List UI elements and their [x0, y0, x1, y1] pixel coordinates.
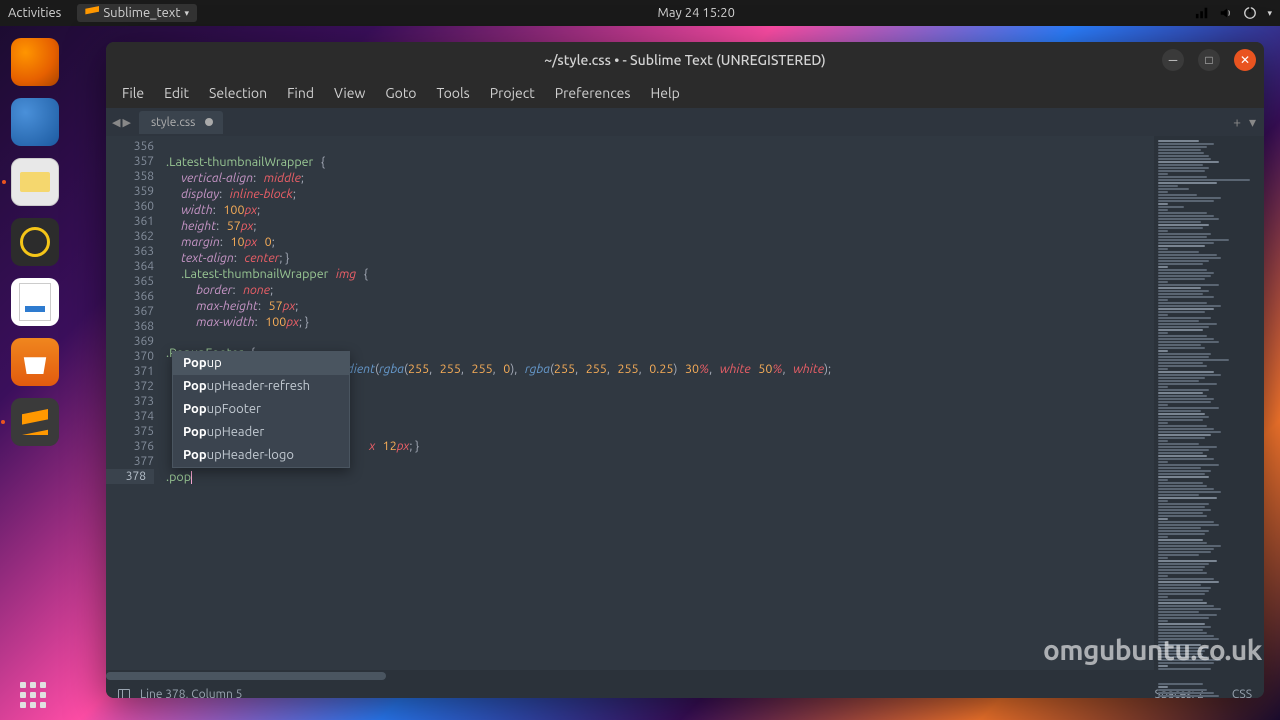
dock-firefox[interactable] [11, 38, 59, 86]
panel-switcher-icon[interactable] [118, 689, 130, 698]
text-cursor [191, 471, 192, 484]
power-icon[interactable] [1243, 6, 1257, 20]
clock[interactable]: May 24 15:20 [197, 6, 1195, 20]
show-applications-button[interactable] [20, 682, 46, 708]
activities-button[interactable]: Activities [8, 6, 61, 20]
menu-selection[interactable]: Selection [201, 81, 275, 105]
dock-sublime[interactable] [11, 398, 59, 446]
autocomplete-item[interactable]: PopupHeader-logo [173, 444, 349, 467]
autocomplete-item[interactable]: Popup [173, 352, 349, 375]
scrollbar-thumb[interactable] [106, 672, 386, 680]
autocomplete-item[interactable]: PopupFooter [173, 398, 349, 421]
menubar: File Edit Selection Find View Goto Tools… [106, 78, 1264, 108]
gnome-top-bar: Activities Sublime_text ▾ May 24 15:20 ▾ [0, 0, 1280, 26]
menu-help[interactable]: Help [642, 81, 687, 105]
minimize-button[interactable]: ─ [1162, 49, 1184, 71]
tab-menu-chevron-icon[interactable]: ▾ [1249, 114, 1256, 131]
tab-style-css[interactable]: style.css [139, 111, 223, 134]
network-icon[interactable] [1195, 6, 1209, 20]
autocomplete-popup[interactable]: PopupPopupHeader-refreshPopupFooterPopup… [172, 351, 350, 468]
tab-bar: ◀ ▶ style.css + ▾ [106, 108, 1264, 136]
chevron-down-icon: ▾ [184, 8, 189, 19]
tab-label: style.css [151, 116, 195, 129]
status-position[interactable]: Line 378, Column 5 [140, 688, 242, 699]
app-menu-label: Sublime_text [103, 6, 180, 20]
editor-area[interactable]: 3563573583593603613623633643653663673683… [106, 136, 1264, 670]
volume-icon[interactable] [1219, 6, 1233, 20]
sublime-small-icon [85, 6, 99, 20]
code-content[interactable]: .Latest-thumbnailWrapper { vertical-alig… [162, 136, 1154, 670]
menu-edit[interactable]: Edit [156, 81, 197, 105]
status-bar: Line 378, Column 5 Spaces: 2 CSS [106, 682, 1264, 698]
dock-thunderbird[interactable] [11, 98, 59, 146]
menu-goto[interactable]: Goto [377, 81, 424, 105]
app-menu[interactable]: Sublime_text ▾ [77, 4, 197, 22]
autocomplete-item[interactable]: PopupHeader [173, 421, 349, 444]
dock [0, 26, 70, 720]
titlebar[interactable]: ~/style.css • - Sublime Text (UNREGISTER… [106, 42, 1264, 78]
dock-software[interactable] [11, 338, 59, 386]
menu-preferences[interactable]: Preferences [547, 81, 639, 105]
watermark-text: omgubuntu.co.uk [1043, 635, 1262, 666]
menu-find[interactable]: Find [279, 81, 322, 105]
dock-rhythmbox[interactable] [11, 218, 59, 266]
line-gutter: 3563573583593603613623633643653663673683… [106, 136, 162, 670]
sublime-window: ~/style.css • - Sublime Text (UNREGISTER… [106, 42, 1264, 698]
menu-file[interactable]: File [114, 81, 152, 105]
maximize-button[interactable]: □ [1198, 49, 1220, 71]
menu-project[interactable]: Project [482, 81, 543, 105]
new-tab-button[interactable]: + [1233, 114, 1241, 131]
horizontal-scrollbar[interactable] [106, 670, 1264, 682]
autocomplete-item[interactable]: PopupHeader-refresh [173, 375, 349, 398]
dirty-indicator-icon [205, 118, 213, 126]
minimap[interactable] [1154, 136, 1264, 670]
window-title: ~/style.css • - Sublime Text (UNREGISTER… [544, 52, 826, 68]
close-button[interactable]: ✕ [1234, 49, 1256, 71]
tab-nav-back[interactable]: ◀ [112, 116, 120, 129]
dock-files[interactable] [11, 158, 59, 206]
system-menu-chevron-icon[interactable]: ▾ [1267, 8, 1272, 19]
menu-tools[interactable]: Tools [429, 81, 478, 105]
dock-writer[interactable] [11, 278, 59, 326]
menu-view[interactable]: View [326, 81, 373, 105]
tab-nav-forward[interactable]: ▶ [122, 116, 130, 129]
